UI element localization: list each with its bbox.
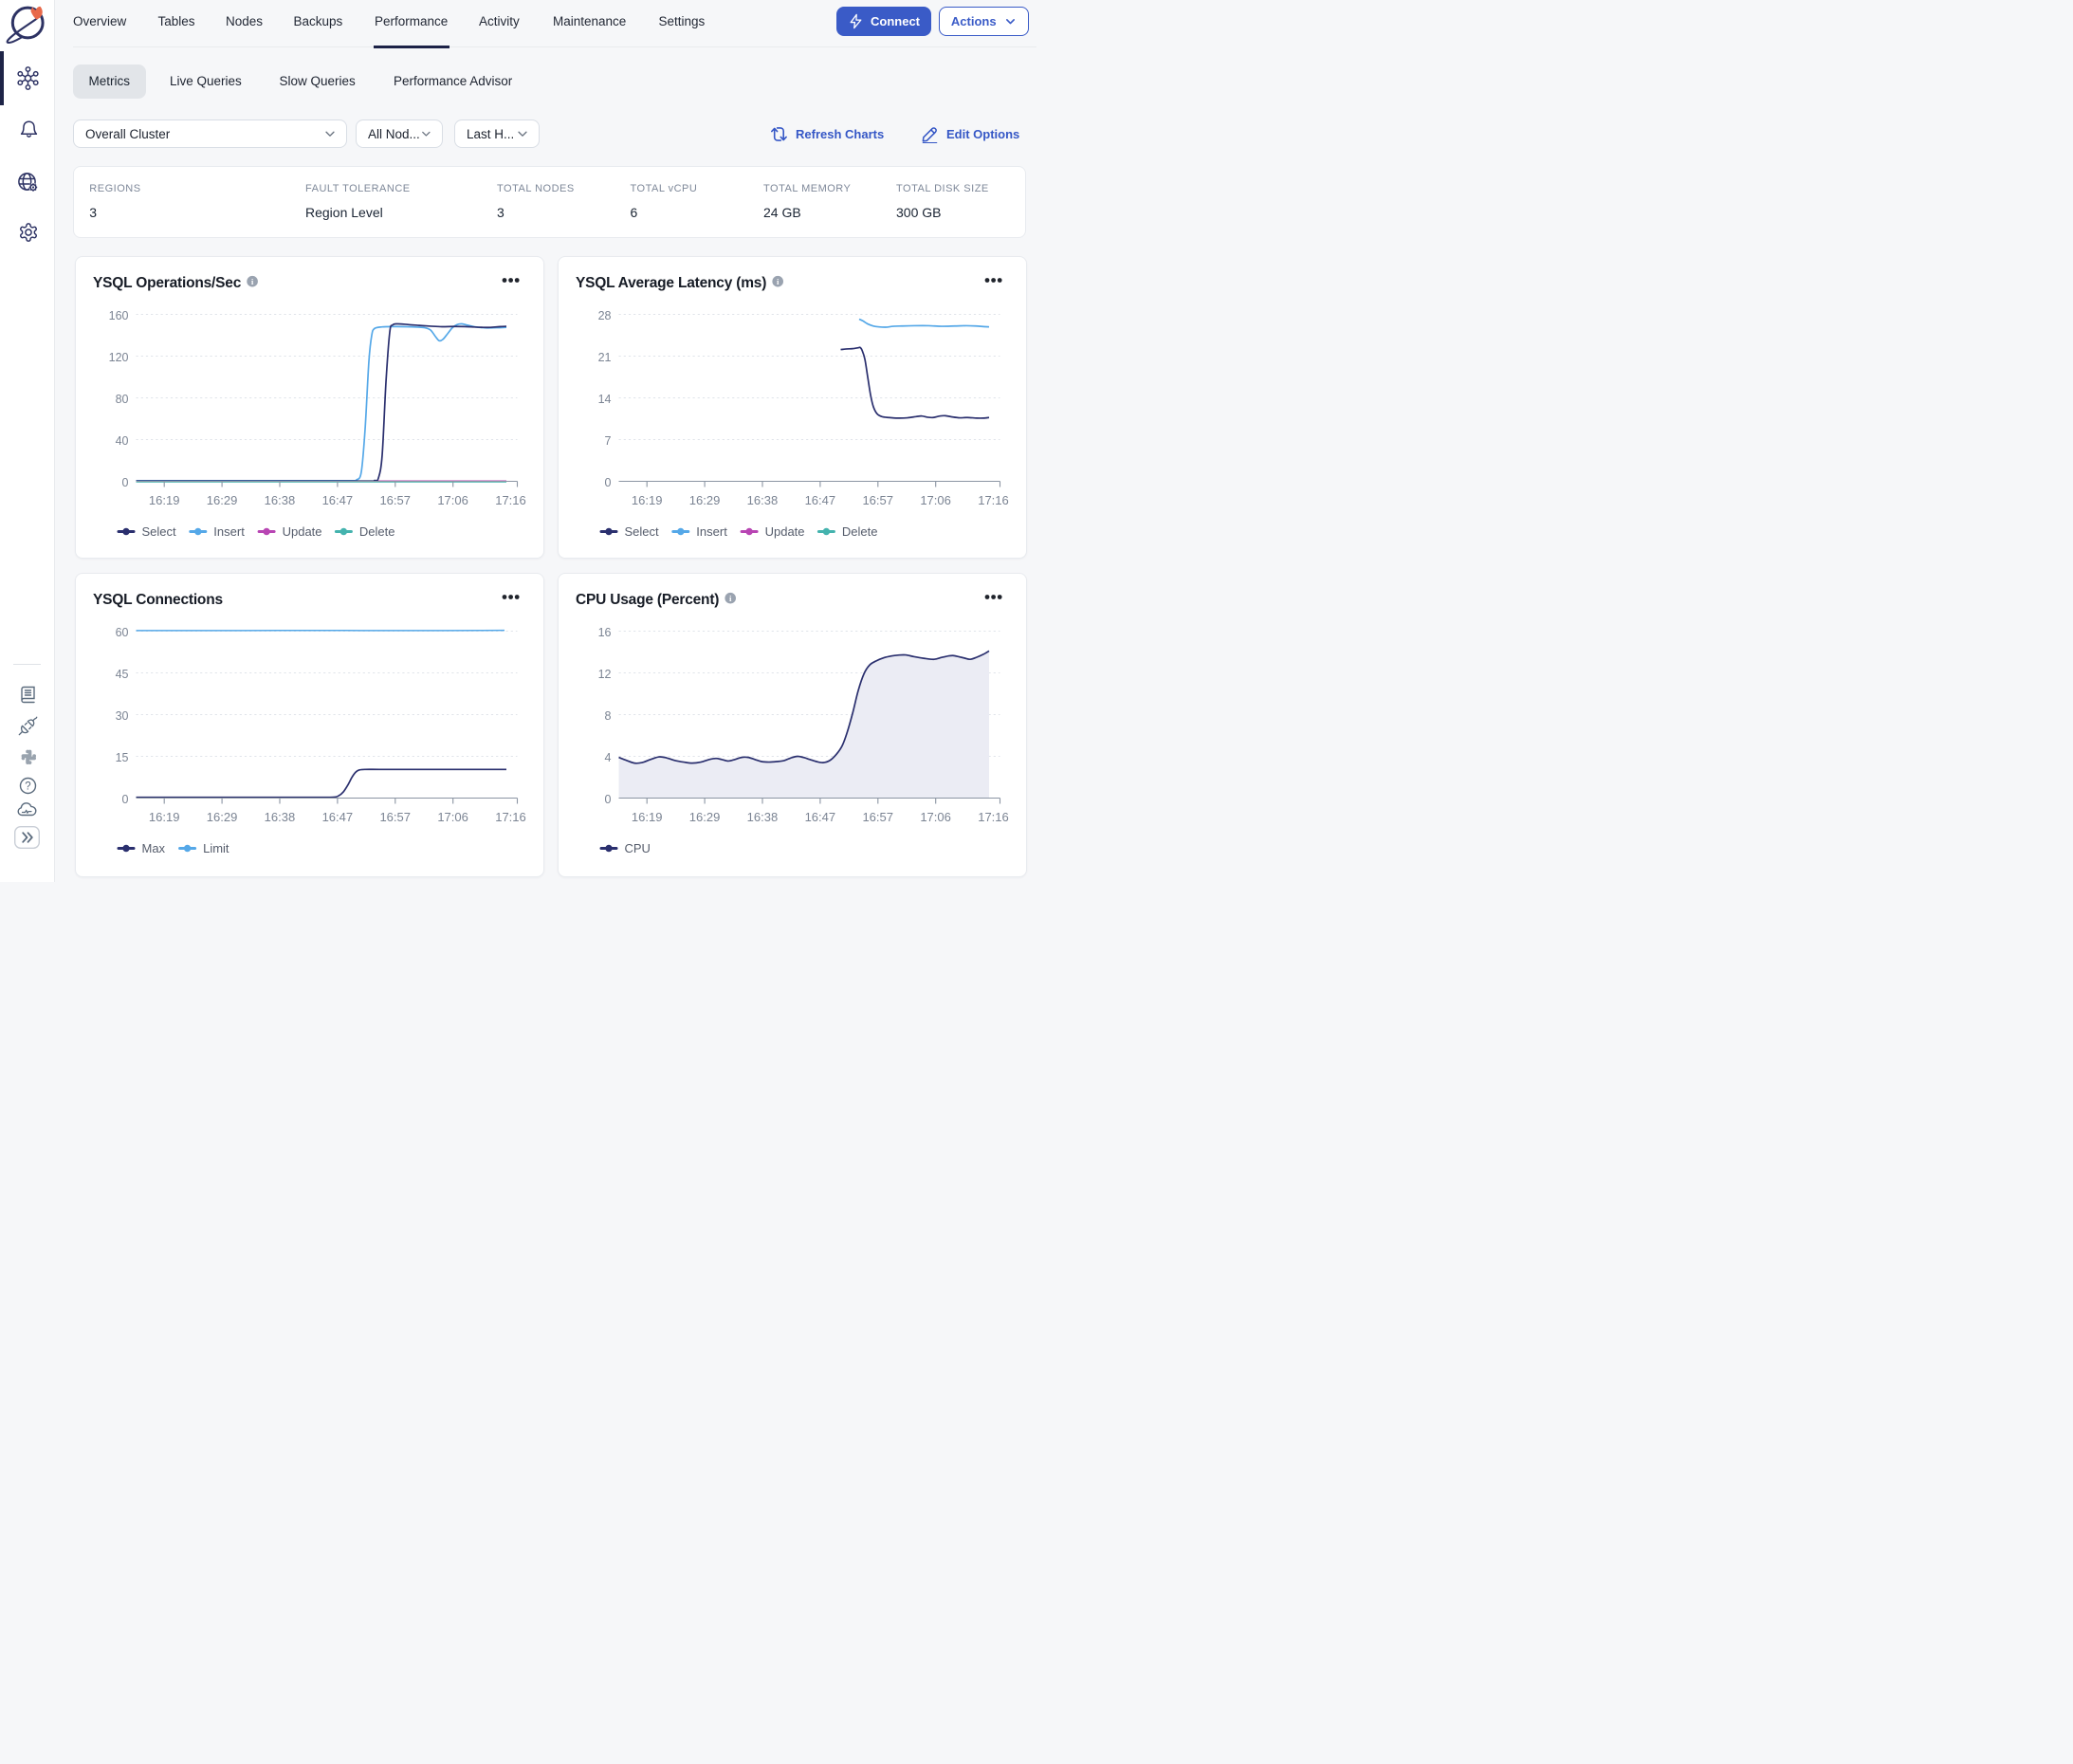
svg-text:60: 60 [115, 626, 128, 639]
svg-text:Insert: Insert [213, 524, 245, 539]
svg-text:4: 4 [605, 751, 612, 764]
svg-text:16:29: 16:29 [689, 810, 721, 824]
svg-text:16:47: 16:47 [805, 810, 836, 824]
svg-text:16:29: 16:29 [206, 493, 237, 507]
svg-text:7: 7 [605, 434, 612, 448]
svg-text:17:16: 17:16 [978, 493, 1009, 507]
svg-text:0: 0 [121, 476, 128, 489]
svg-text:YSQL Average Latency (ms): YSQL Average Latency (ms) [576, 275, 766, 291]
svg-text:Delete: Delete [842, 524, 878, 539]
svg-text:12: 12 [598, 668, 612, 681]
svg-text:16:57: 16:57 [862, 810, 893, 824]
svg-text:16:29: 16:29 [206, 810, 237, 824]
svg-text:16:57: 16:57 [379, 810, 411, 824]
svg-text:16:38: 16:38 [747, 810, 779, 824]
svg-text:17:16: 17:16 [978, 810, 1009, 824]
svg-text:120: 120 [108, 351, 128, 364]
svg-text:80: 80 [115, 393, 128, 406]
svg-text:CPU Usage (Percent): CPU Usage (Percent) [576, 592, 719, 608]
svg-text:16:19: 16:19 [148, 493, 179, 507]
svg-text:YSQL Operations/Sec: YSQL Operations/Sec [93, 275, 242, 291]
svg-text:28: 28 [598, 309, 612, 322]
svg-text:Select: Select [625, 524, 660, 539]
svg-text:16:38: 16:38 [264, 810, 295, 824]
svg-text:16:19: 16:19 [632, 810, 663, 824]
svg-text:?: ? [25, 781, 30, 793]
svg-text:16:19: 16:19 [148, 810, 179, 824]
svg-text:16: 16 [598, 626, 612, 639]
svg-text:0: 0 [605, 793, 612, 806]
svg-text:Max: Max [141, 840, 165, 854]
svg-text:17:16: 17:16 [495, 493, 526, 507]
svg-text:Delete: Delete [358, 524, 394, 539]
svg-text:45: 45 [115, 668, 128, 681]
svg-text:Limit: Limit [203, 840, 229, 854]
svg-text:CPU: CPU [625, 840, 651, 854]
svg-text:21: 21 [598, 351, 612, 364]
svg-text:16:57: 16:57 [862, 493, 893, 507]
svg-text:16:19: 16:19 [632, 493, 663, 507]
svg-text:17:06: 17:06 [437, 810, 468, 824]
svg-text:14: 14 [598, 393, 612, 406]
svg-text:17:16: 17:16 [495, 810, 526, 824]
svg-text:17:06: 17:06 [920, 493, 951, 507]
svg-text:17:06: 17:06 [437, 493, 468, 507]
svg-text:16:47: 16:47 [321, 493, 353, 507]
svg-text:Select: Select [141, 524, 176, 539]
svg-text:Update: Update [765, 524, 805, 539]
svg-text:160: 160 [108, 309, 128, 322]
svg-text:Update: Update [282, 524, 321, 539]
svg-text:16:38: 16:38 [264, 493, 295, 507]
svg-text:YSQL Connections: YSQL Connections [93, 592, 223, 608]
svg-text:0: 0 [605, 476, 612, 489]
svg-text:16:57: 16:57 [379, 493, 411, 507]
svg-text:Insert: Insert [696, 524, 727, 539]
svg-text:16:47: 16:47 [805, 493, 836, 507]
svg-text:16:38: 16:38 [747, 493, 779, 507]
svg-text:40: 40 [115, 434, 128, 448]
svg-text:16:47: 16:47 [321, 810, 353, 824]
svg-text:8: 8 [605, 709, 612, 723]
svg-text:15: 15 [115, 751, 128, 764]
svg-text:30: 30 [115, 709, 128, 723]
svg-text:0: 0 [121, 793, 128, 806]
svg-text:16:29: 16:29 [689, 493, 721, 507]
svg-text:17:06: 17:06 [920, 810, 951, 824]
